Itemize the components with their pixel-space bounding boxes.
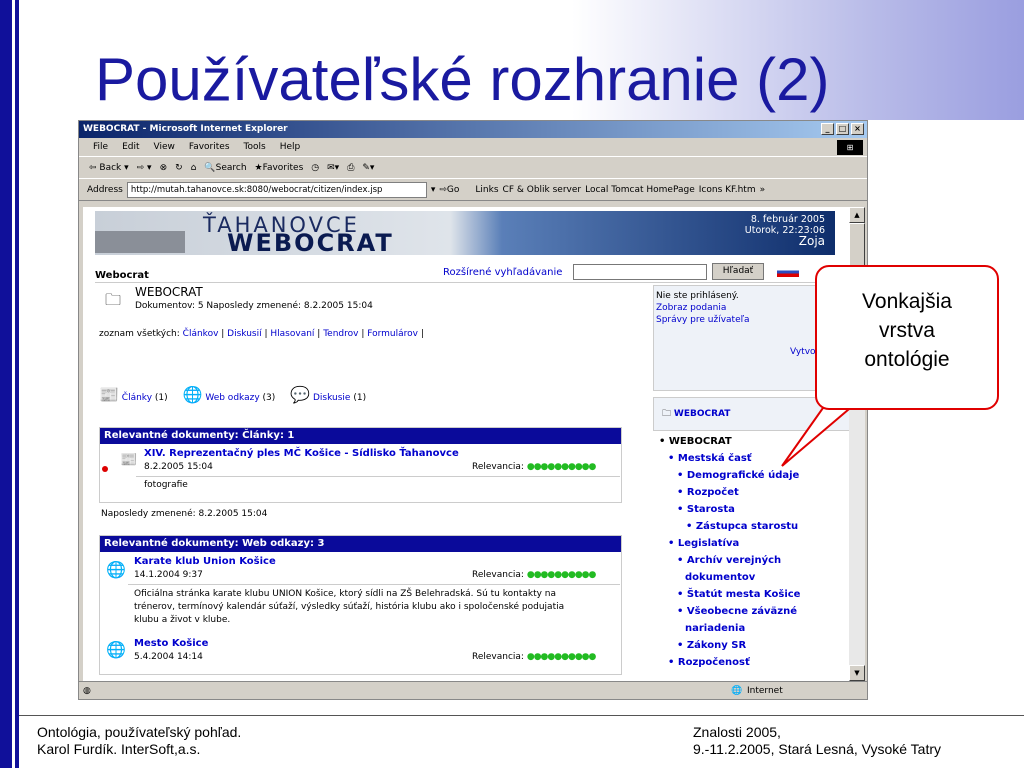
footer-divider [19, 715, 1024, 716]
footer-left-line-2: Karol Furdík. InterSoft,a.s. [37, 741, 201, 757]
footer-right: Znalosti 2005, 9.-11.2.2005, Stará Lesná… [693, 724, 941, 758]
footer-left-line-1: Ontológia, používateľský pohľad. [37, 724, 242, 740]
footer-right-line-1: Znalosti 2005, [693, 724, 781, 740]
footer-right-line-2: 9.-11.2.2005, Stará Lesná, Vysoké Tatry [693, 741, 942, 757]
callout-line-1: Vonkajšia [862, 290, 952, 313]
callout-box: Vonkajšia vrstva ontológie [815, 265, 999, 410]
footer-left: Ontológia, používateľský pohľad. Karol F… [37, 724, 241, 758]
callout-line-2: vrstva [878, 319, 935, 342]
callout-line-3: ontológie [864, 348, 950, 371]
